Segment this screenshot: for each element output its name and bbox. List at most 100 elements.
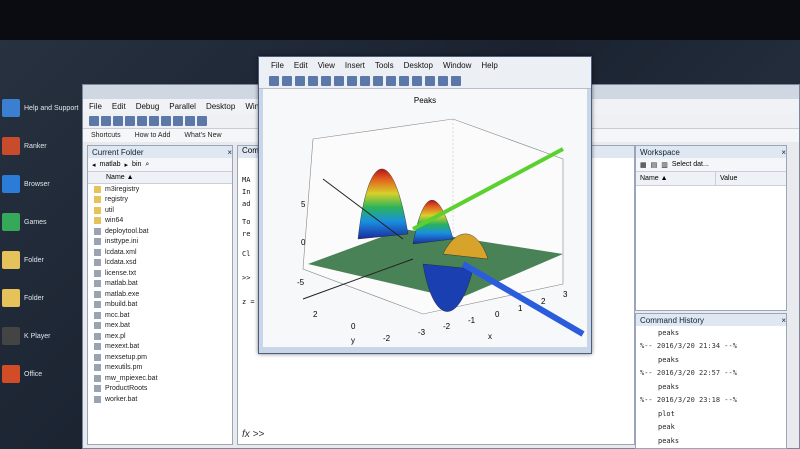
menu-desktop[interactable]: Desktop bbox=[206, 102, 235, 111]
file-list-item[interactable]: win64 bbox=[88, 216, 232, 227]
file-list-item[interactable]: util bbox=[88, 205, 232, 216]
new-file-icon[interactable] bbox=[89, 115, 99, 126]
menu-window[interactable]: Window bbox=[443, 61, 471, 70]
pointer-icon[interactable] bbox=[321, 75, 331, 86]
desktop-shortcut[interactable]: Games bbox=[2, 204, 80, 240]
copy-icon[interactable] bbox=[125, 115, 135, 126]
file-list-item[interactable]: lcdata.xsd bbox=[88, 258, 232, 269]
path-segment[interactable]: matlab bbox=[100, 161, 121, 168]
zoom-in-icon[interactable] bbox=[334, 75, 344, 86]
open-variable-icon[interactable]: ▤ bbox=[651, 161, 658, 169]
close-icon[interactable]: × bbox=[227, 148, 232, 157]
menu-edit[interactable]: Edit bbox=[112, 102, 126, 111]
menu-insert[interactable]: Insert bbox=[345, 61, 365, 70]
file-list-item[interactable]: mexsetup.pm bbox=[88, 352, 232, 363]
history-command[interactable]: peaks bbox=[636, 434, 786, 448]
file-list-item[interactable]: matlab.bat bbox=[88, 279, 232, 290]
brush-icon[interactable] bbox=[399, 75, 409, 86]
file-list-item[interactable]: ProductRoots bbox=[88, 384, 232, 395]
file-list-item[interactable]: license.txt bbox=[88, 268, 232, 279]
name-column-header[interactable]: Name ▲ bbox=[88, 172, 232, 184]
menu-whatsnew[interactable]: What's New bbox=[184, 132, 221, 139]
print-icon[interactable] bbox=[308, 75, 318, 86]
back-icon[interactable]: ◂ bbox=[92, 161, 96, 169]
undo-icon[interactable] bbox=[149, 115, 159, 126]
menu-help[interactable]: Help bbox=[481, 61, 497, 70]
surface-plot[interactable]: 5 0 -5 -3 -2 -1 0 1 2 3 x 2 0 -2 y bbox=[263, 89, 587, 347]
menu-view[interactable]: View bbox=[318, 61, 335, 70]
file-list-item[interactable]: matlab.exe bbox=[88, 289, 232, 300]
cut-icon[interactable] bbox=[113, 115, 123, 126]
ws-value-column[interactable]: Value bbox=[716, 172, 737, 185]
desktop-shortcut[interactable]: Folder bbox=[2, 280, 80, 316]
file-list-item[interactable]: lcdata.xml bbox=[88, 247, 232, 258]
help-icon[interactable] bbox=[197, 115, 207, 126]
paste-icon[interactable] bbox=[137, 115, 147, 126]
close-icon[interactable]: × bbox=[781, 316, 786, 325]
menu-file[interactable]: File bbox=[271, 61, 284, 70]
file-list-item[interactable]: deploytool.bat bbox=[88, 226, 232, 237]
save-icon[interactable] bbox=[295, 75, 305, 86]
desktop-shortcut[interactable]: Folder bbox=[2, 242, 80, 278]
history-session-header[interactable]: %-- 2016/3/20 23:18 --% bbox=[636, 394, 786, 408]
menu-shortcuts[interactable]: Shortcuts bbox=[91, 132, 121, 139]
history-command[interactable]: peaks bbox=[636, 326, 786, 340]
file-list-item[interactable]: mex.pl bbox=[88, 331, 232, 342]
file-list-item[interactable]: mw_mpiexec.bat bbox=[88, 373, 232, 384]
menu-desktop[interactable]: Desktop bbox=[404, 61, 433, 70]
menu-edit[interactable]: Edit bbox=[294, 61, 308, 70]
menu-tools[interactable]: Tools bbox=[375, 61, 394, 70]
desktop-shortcut[interactable]: Office bbox=[2, 356, 80, 392]
file-name: insttype.ini bbox=[105, 238, 139, 246]
hide-plot-tools-icon[interactable] bbox=[438, 75, 448, 86]
zoom-out-icon[interactable] bbox=[347, 75, 357, 86]
redo-icon[interactable] bbox=[161, 115, 171, 126]
menu-parallel[interactable]: Parallel bbox=[169, 102, 196, 111]
history-command[interactable]: peaks bbox=[636, 353, 786, 367]
new-variable-icon[interactable]: ▦ bbox=[640, 161, 647, 169]
close-icon[interactable]: × bbox=[781, 148, 786, 157]
path-segment[interactable]: bin bbox=[132, 161, 141, 168]
save-icon[interactable]: ▥ bbox=[661, 161, 668, 169]
file-list-item[interactable]: insttype.ini bbox=[88, 237, 232, 248]
open-icon[interactable] bbox=[282, 75, 292, 86]
guide-icon[interactable] bbox=[185, 115, 195, 126]
data-cursor-icon[interactable] bbox=[386, 75, 396, 86]
search-icon[interactable]: ⌕ bbox=[145, 161, 149, 169]
select-data-dropdown[interactable]: Select dat... bbox=[672, 161, 709, 168]
menu-debug[interactable]: Debug bbox=[136, 102, 160, 111]
pan-icon[interactable] bbox=[360, 75, 370, 86]
history-session-header[interactable]: %-- 2016/3/20 22:57 --% bbox=[636, 367, 786, 381]
file-list-item[interactable]: mexext.bat bbox=[88, 342, 232, 353]
menu-file[interactable]: File bbox=[89, 102, 102, 111]
history-command[interactable]: plot bbox=[636, 407, 786, 421]
show-plot-tools-icon[interactable] bbox=[451, 75, 461, 86]
history-command[interactable]: peaks bbox=[636, 380, 786, 394]
simulink-icon[interactable] bbox=[173, 115, 183, 126]
desktop-shortcut[interactable]: K Player bbox=[2, 318, 80, 354]
open-file-icon[interactable] bbox=[101, 115, 111, 126]
desktop-shortcut[interactable]: Ranker bbox=[2, 128, 80, 164]
ws-name-column[interactable]: Name ▲ bbox=[636, 172, 716, 185]
shortcut-label: Ranker bbox=[24, 142, 47, 150]
file-list-item[interactable]: m3iregistry bbox=[88, 184, 232, 195]
shortcut-icon bbox=[2, 175, 20, 193]
history-session-header[interactable]: %-- 2016/3/20 21:34 --% bbox=[636, 340, 786, 354]
legend-icon[interactable] bbox=[425, 75, 435, 86]
desktop-shortcut[interactable]: Help and Support bbox=[2, 90, 80, 126]
command-prompt[interactable]: fx >> bbox=[242, 429, 264, 440]
file-list-item[interactable]: mexutils.pm bbox=[88, 363, 232, 374]
desktop-shortcut[interactable]: Browser bbox=[2, 166, 80, 202]
new-figure-icon[interactable] bbox=[269, 75, 279, 86]
file-list-item[interactable]: worker.bat bbox=[88, 394, 232, 405]
history-command[interactable]: peak bbox=[636, 421, 786, 435]
file-list-item[interactable]: registry bbox=[88, 195, 232, 206]
menu-howtoadd[interactable]: How to Add bbox=[135, 132, 171, 139]
folder-path-bar[interactable]: ◂ matlab ▸ bin ⌕ bbox=[88, 158, 232, 172]
rotate-icon[interactable] bbox=[373, 75, 383, 86]
file-list-item[interactable]: mbuild.bat bbox=[88, 300, 232, 311]
plot-canvas[interactable]: Peaks 5 0 -5 -3 -2 -1 0 1 2 3 x 2 0 -2 y bbox=[263, 89, 587, 347]
colorbar-icon[interactable] bbox=[412, 75, 422, 86]
file-list-item[interactable]: mex.bat bbox=[88, 321, 232, 332]
file-list-item[interactable]: mcc.bat bbox=[88, 310, 232, 321]
